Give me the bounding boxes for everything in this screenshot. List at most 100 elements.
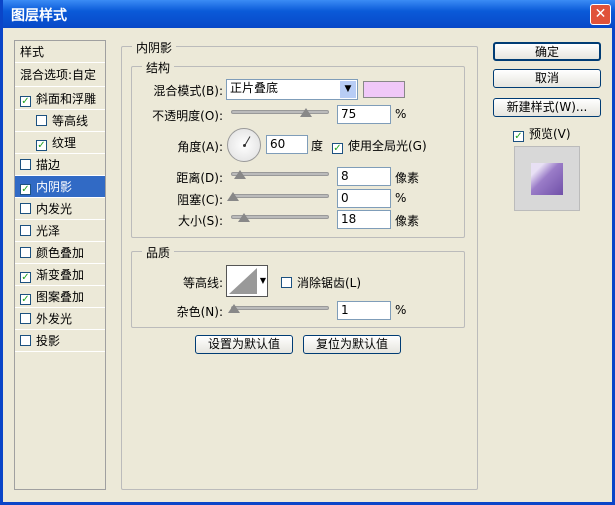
style-item[interactable]: ✓ 纹理 — [15, 132, 105, 154]
style-item[interactable]: 光泽 — [15, 220, 105, 242]
style-item-label: 投影 — [36, 334, 61, 348]
choke-label: 阻塞(C): — [177, 193, 223, 207]
dialog-title: 图层样式 — [11, 8, 67, 24]
checkbox-icon: ✓ — [332, 143, 343, 154]
checkbox-icon: ✓ — [513, 131, 524, 142]
distance-label: 距离(D): — [176, 171, 223, 185]
angle-label: 角度(A): — [177, 140, 223, 154]
contour-icon — [229, 268, 257, 294]
checkbox-icon[interactable]: ✓ — [20, 294, 31, 305]
checkbox-icon[interactable]: ✓ — [20, 96, 31, 107]
checkbox-icon[interactable] — [20, 335, 31, 346]
preview-thumbnail — [514, 146, 580, 211]
preview-image — [531, 163, 563, 195]
checkbox-icon[interactable] — [20, 159, 31, 170]
style-item[interactable]: 等高线 — [15, 110, 105, 132]
ok-button[interactable]: 确定 — [493, 42, 601, 61]
style-item[interactable]: ✓ 斜面和浮雕 — [15, 88, 105, 110]
new-style-button[interactable]: 新建样式(W)... — [493, 98, 601, 117]
noise-label: 杂色(N): — [176, 305, 223, 319]
styles-header[interactable]: 样式 — [15, 41, 105, 63]
blend-mode-value: 正片叠底 — [230, 81, 279, 95]
structure-title: 结构 — [142, 59, 175, 76]
size-slider[interactable] — [231, 213, 329, 222]
size-unit: 像素 — [395, 214, 420, 228]
set-default-button[interactable]: 设置为默认值 — [195, 335, 293, 354]
style-item[interactable]: 颜色叠加 — [15, 242, 105, 264]
noise-slider[interactable] — [228, 304, 329, 313]
checkbox-icon[interactable]: ✓ — [20, 272, 31, 283]
distance-slider[interactable] — [231, 170, 329, 179]
style-item-label: 描边 — [36, 158, 61, 172]
title-bar: 图层样式 — [3, 0, 615, 28]
checkbox-icon[interactable]: ✓ — [36, 140, 47, 151]
style-item-label: 等高线 — [52, 114, 89, 128]
checkbox-icon[interactable] — [20, 203, 31, 214]
quality-title: 品质 — [142, 244, 175, 261]
choke-slider[interactable] — [227, 192, 329, 201]
size-input[interactable]: 18 — [337, 210, 391, 229]
contour-picker[interactable]: ▼ — [226, 265, 268, 297]
choke-unit: % — [395, 191, 407, 205]
antialias-label: 消除锯齿(L) — [297, 276, 362, 290]
angle-input[interactable]: 60 — [266, 135, 308, 154]
style-item-label: 图案叠加 — [36, 290, 85, 304]
style-item-label: 斜面和浮雕 — [36, 92, 97, 106]
opacity-slider[interactable] — [231, 108, 329, 117]
style-item[interactable]: ✓ 内阴影 — [15, 176, 105, 198]
checkbox-icon[interactable] — [36, 115, 47, 126]
style-item-label: 内发光 — [36, 202, 73, 216]
blend-mode-label: 混合模式(B): — [153, 84, 223, 98]
angle-unit: 度 — [311, 139, 324, 153]
chevron-down-icon: ▼ — [259, 276, 266, 285]
preview-checkbox[interactable]: ✓ 预览(V) — [513, 125, 571, 142]
shadow-color-swatch[interactable] — [363, 81, 405, 98]
style-item-label: 内阴影 — [36, 180, 73, 194]
slider-thumb[interactable] — [238, 213, 250, 222]
layer-style-dialog: 图层样式 ✕ 样式 混合选项:自定 ✓ 斜面和浮雕等高线 ✓ 纹理描边 ✓ 内阴影内发光光… — [0, 0, 615, 505]
contour-label: 等高线: — [182, 276, 223, 290]
style-item-label: 光泽 — [36, 224, 61, 238]
style-item[interactable]: 内发光 — [15, 198, 105, 220]
angle-dial[interactable] — [227, 128, 261, 162]
style-item[interactable]: ✓ 图案叠加 — [15, 286, 105, 308]
blend-mode-select[interactable]: 正片叠底 ▼ — [226, 79, 358, 100]
opacity-input[interactable]: 75 — [337, 105, 391, 124]
reset-default-button[interactable]: 复位为默认值 — [303, 335, 401, 354]
styles-list: 样式 混合选项:自定 ✓ 斜面和浮雕等高线 ✓ 纹理描边 ✓ 内阴影内发光光泽颜色叠加 ✓ 渐… — [14, 40, 106, 490]
style-item-label: 外发光 — [36, 312, 73, 326]
slider-thumb[interactable] — [300, 108, 312, 117]
close-button[interactable]: ✕ — [590, 4, 611, 25]
style-item-label: 渐变叠加 — [36, 268, 85, 282]
distance-unit: 像素 — [395, 171, 420, 185]
checkbox-icon — [281, 277, 292, 288]
style-item[interactable]: 投影 — [15, 330, 105, 352]
global-light-label: 使用全局光(G) — [348, 139, 427, 153]
size-label: 大小(S): — [177, 214, 223, 228]
style-item[interactable]: 外发光 — [15, 308, 105, 330]
slider-thumb[interactable] — [228, 304, 240, 313]
cancel-button[interactable]: 取消 — [493, 69, 601, 88]
style-item-label: 颜色叠加 — [36, 246, 85, 260]
noise-unit: % — [395, 303, 407, 317]
style-item[interactable]: ✓ 渐变叠加 — [15, 264, 105, 286]
group-title: 内阴影 — [132, 39, 177, 56]
slider-thumb[interactable] — [234, 170, 246, 179]
checkbox-icon[interactable]: ✓ — [20, 184, 31, 195]
antialias-checkbox[interactable]: 消除锯齿(L) — [281, 274, 361, 291]
checkbox-icon[interactable] — [20, 313, 31, 324]
checkbox-icon[interactable] — [20, 225, 31, 236]
checkbox-icon[interactable] — [20, 247, 31, 258]
global-light-checkbox[interactable]: ✓ 使用全局光(G) — [332, 137, 427, 154]
blending-options[interactable]: 混合选项:自定 — [15, 64, 105, 87]
chevron-down-icon: ▼ — [340, 81, 356, 98]
opacity-label: 不透明度(O): — [152, 109, 223, 123]
distance-input[interactable]: 8 — [337, 167, 391, 186]
preview-label: 预览(V) — [529, 127, 571, 141]
opacity-unit: % — [395, 107, 407, 121]
noise-input[interactable]: 1 — [337, 301, 391, 320]
choke-input[interactable]: 0 — [337, 189, 391, 208]
style-item-label: 纹理 — [52, 136, 77, 150]
slider-thumb[interactable] — [227, 192, 239, 201]
style-item[interactable]: 描边 — [15, 154, 105, 176]
